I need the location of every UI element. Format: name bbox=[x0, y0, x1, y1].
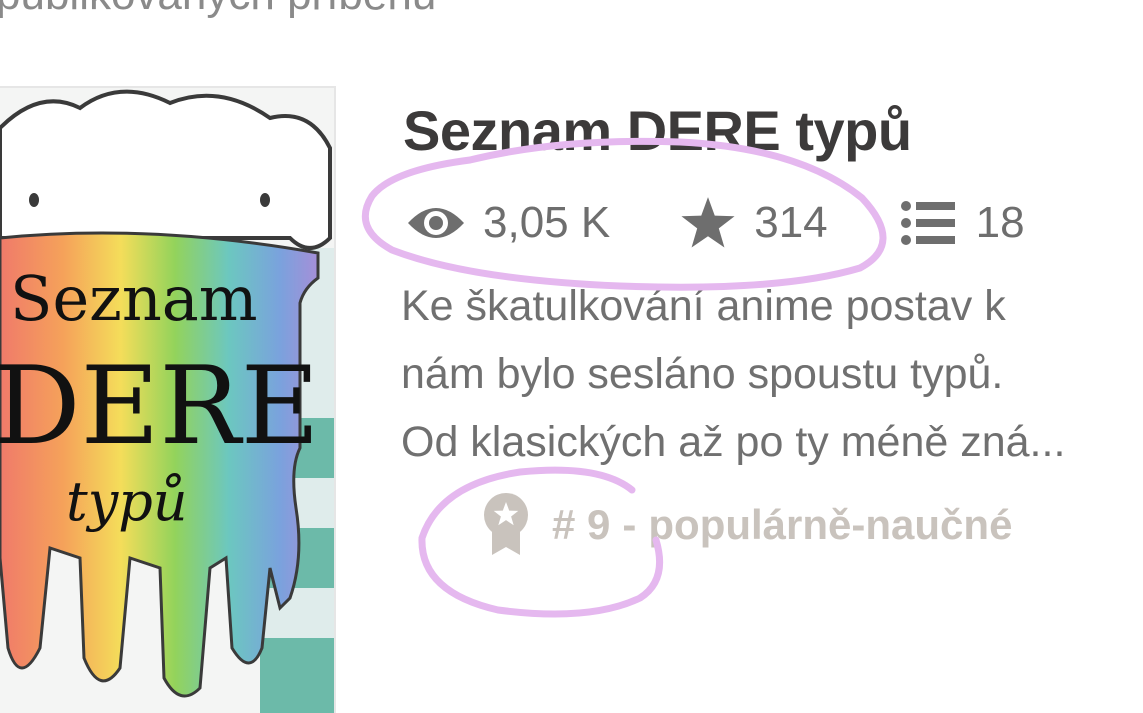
reads-count: 3,05 K bbox=[483, 198, 611, 247]
list-icon bbox=[900, 201, 956, 245]
rank-number: # 9 bbox=[552, 501, 611, 548]
story-cover-image[interactable]: Seznam DERE typů bbox=[0, 86, 336, 713]
story-title[interactable]: Seznam DERE typů bbox=[403, 98, 912, 163]
story-description[interactable]: Ke škatulkování anime postav k nám bylo … bbox=[401, 272, 1131, 476]
votes-stat: 314 bbox=[680, 197, 828, 249]
cover-text-line3: typů bbox=[66, 470, 188, 533]
story-stats: 3,05 K 314 18 bbox=[405, 192, 1025, 254]
parts-count: 18 bbox=[975, 198, 1025, 247]
description-line-3: Od klasických až po ty méně zná... bbox=[401, 418, 1066, 466]
previous-section-text: publikovaných příběhů bbox=[0, 0, 436, 20]
description-line-2: nám bylo sesláno spoustu typů. bbox=[401, 350, 1004, 398]
description-line-1: Ke škatulkování anime postav k bbox=[401, 282, 1006, 330]
cover-illustration: Seznam DERE typů bbox=[0, 88, 334, 713]
reads-stat: 3,05 K bbox=[405, 198, 610, 248]
rank-category: populárně-naučné bbox=[648, 501, 1013, 548]
star-icon bbox=[680, 197, 736, 249]
cover-text-line2: DERE bbox=[0, 344, 320, 469]
ranking-badge[interactable]: # 9 - populárně-naučné bbox=[480, 490, 1012, 560]
cover-text-line1: Seznam bbox=[10, 262, 258, 335]
parts-stat: 18 bbox=[900, 198, 1025, 248]
eye-icon bbox=[405, 203, 467, 243]
award-ribbon-icon bbox=[480, 493, 532, 557]
rank-separator: - bbox=[622, 501, 637, 548]
votes-count: 314 bbox=[754, 198, 828, 247]
